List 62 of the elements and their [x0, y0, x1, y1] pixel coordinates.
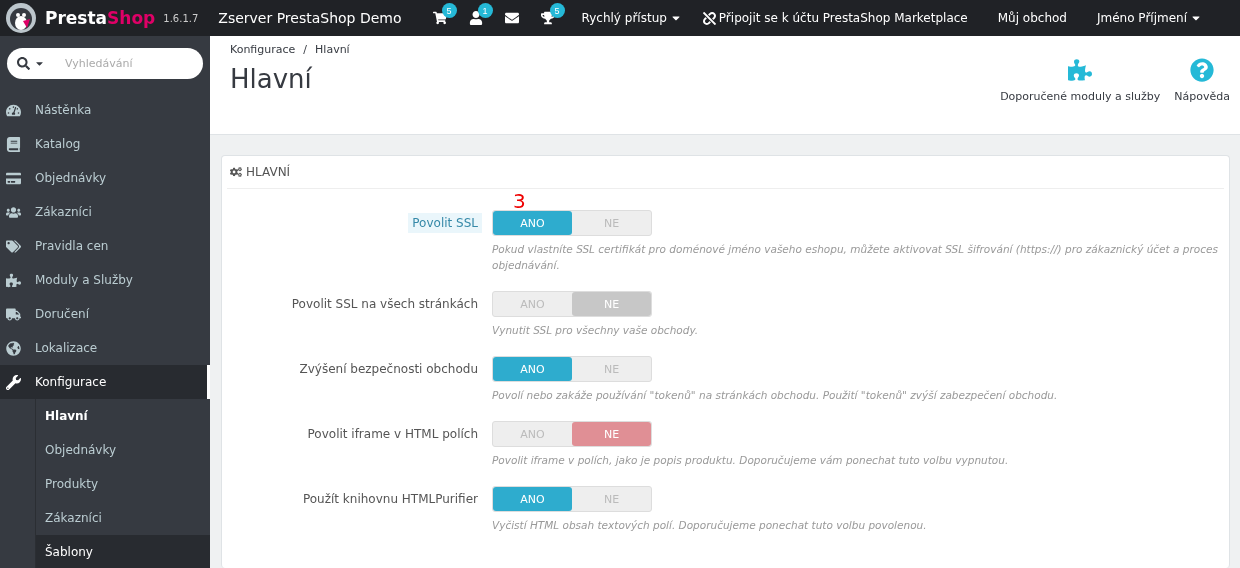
puzzle-icon: [1068, 58, 1093, 82]
setting-label: Použít knihovnu HTMLPurifier: [301, 491, 479, 508]
setting-label: Povolit SSL: [408, 213, 482, 233]
panel-title: HLAVNÍ: [246, 165, 291, 179]
sidebar-item[interactable]: Lokalizace: [0, 331, 210, 365]
help-text: Povolit iframe v polích, jako je popis produktu. Doporučujeme vám ponechat tuto volbu vypnutou.: [492, 453, 1010, 468]
cart-icon: [432, 11, 447, 25]
sidebar-item[interactable]: Pravidla cen: [0, 229, 210, 263]
user-menu[interactable]: Jméno Příjmení: [1097, 11, 1202, 25]
tags-icon: [6, 238, 21, 254]
my-shop-link[interactable]: Můj obchod: [997, 11, 1067, 25]
help-text: Povolí nebo zakáže používání "tokenů" na stránkách obchodu. Použití "tokenů" zvýší zabezpečení obchodu.: [492, 388, 1059, 403]
breadcrumb-item: Hlavní: [315, 43, 350, 56]
dashboard-icon: [6, 102, 21, 118]
logo-icon: [5, 2, 37, 34]
sidebar-item[interactable]: Nástěnka: [0, 93, 210, 127]
puzzle-icon: [6, 272, 21, 288]
submenu-item[interactable]: Produkty: [36, 467, 210, 501]
cogs-icon: [230, 166, 242, 178]
search-field[interactable]: Vyhledávání: [63, 48, 189, 79]
breadcrumb-item[interactable]: Konfigurace: [230, 43, 296, 56]
quick-access-menu[interactable]: Rychlý přístup: [581, 11, 682, 25]
setting-label: Povolit SSL na všech stránkách: [290, 296, 479, 313]
sidebar-item[interactable]: Moduly a Služby: [0, 263, 210, 297]
submenu-item[interactable]: Objednávky: [36, 433, 210, 467]
annotation-number: 3: [513, 192, 526, 210]
sidebar-item[interactable]: Konfigurace: [0, 365, 210, 399]
envelope-icon: [504, 11, 519, 25]
search-icon: [17, 57, 30, 70]
sidebar-item[interactable]: Doručení: [0, 297, 210, 331]
help-icon: [1190, 58, 1215, 82]
link-icon: [702, 11, 716, 25]
sidebar-item[interactable]: Katalog: [0, 127, 210, 161]
setting-label: Povolit iframe v HTML polích: [306, 426, 479, 443]
count-badge: 5: [549, 3, 565, 18]
submenu-item[interactable]: Šablony: [36, 535, 210, 568]
book-icon: [6, 136, 21, 152]
shop-name: Zserver PrestaShop Demo: [218, 10, 402, 26]
page-title: Hlavní: [230, 64, 313, 94]
version-text: 1.6.1.7: [163, 12, 199, 24]
count-badge: 5: [441, 3, 457, 18]
truck-icon: [6, 306, 21, 322]
users-icon: [6, 204, 21, 220]
help-text: Vynutit SSL pro všechny vaše obchody.: [492, 323, 700, 338]
sidebar-item[interactable]: Objednávky: [0, 161, 210, 195]
submenu-item[interactable]: Zákazníci: [36, 501, 210, 535]
setting-label: Zvýšení bezpečnosti obchodu: [298, 361, 479, 378]
help-text: Vyčistí HTML obsah textových polí. Doporučujeme ponechat tuto volbu povolenou.: [492, 518, 928, 533]
breadcrumb-separator: /: [303, 43, 308, 56]
user-icon: [468, 11, 483, 25]
search-bar[interactable]: Vyhledávání: [7, 48, 203, 79]
globe-icon: [6, 340, 21, 356]
sidebar-item[interactable]: Zákazníci: [0, 195, 210, 229]
marketplace-link[interactable]: Připojit se k účtu PrestaShop Marketplace: [718, 11, 968, 25]
count-badge: 1: [477, 3, 493, 18]
credit-card-icon: [6, 170, 21, 186]
modules-button[interactable]: Doporučené moduly a služby: [1000, 58, 1161, 103]
wrench-icon: [6, 374, 21, 390]
brand-name: PrestaShop: [45, 8, 156, 28]
submenu-item[interactable]: Hlavní: [36, 399, 210, 433]
help-text: Pokud vlastníte SSL certifikát pro doménové jméno vašeho eshopu, můžete aktivovat SSL šifrování (https://) pro zákaznický účet a proces objednávání.: [492, 242, 1219, 273]
help-button[interactable]: Nápověda: [1174, 58, 1230, 103]
